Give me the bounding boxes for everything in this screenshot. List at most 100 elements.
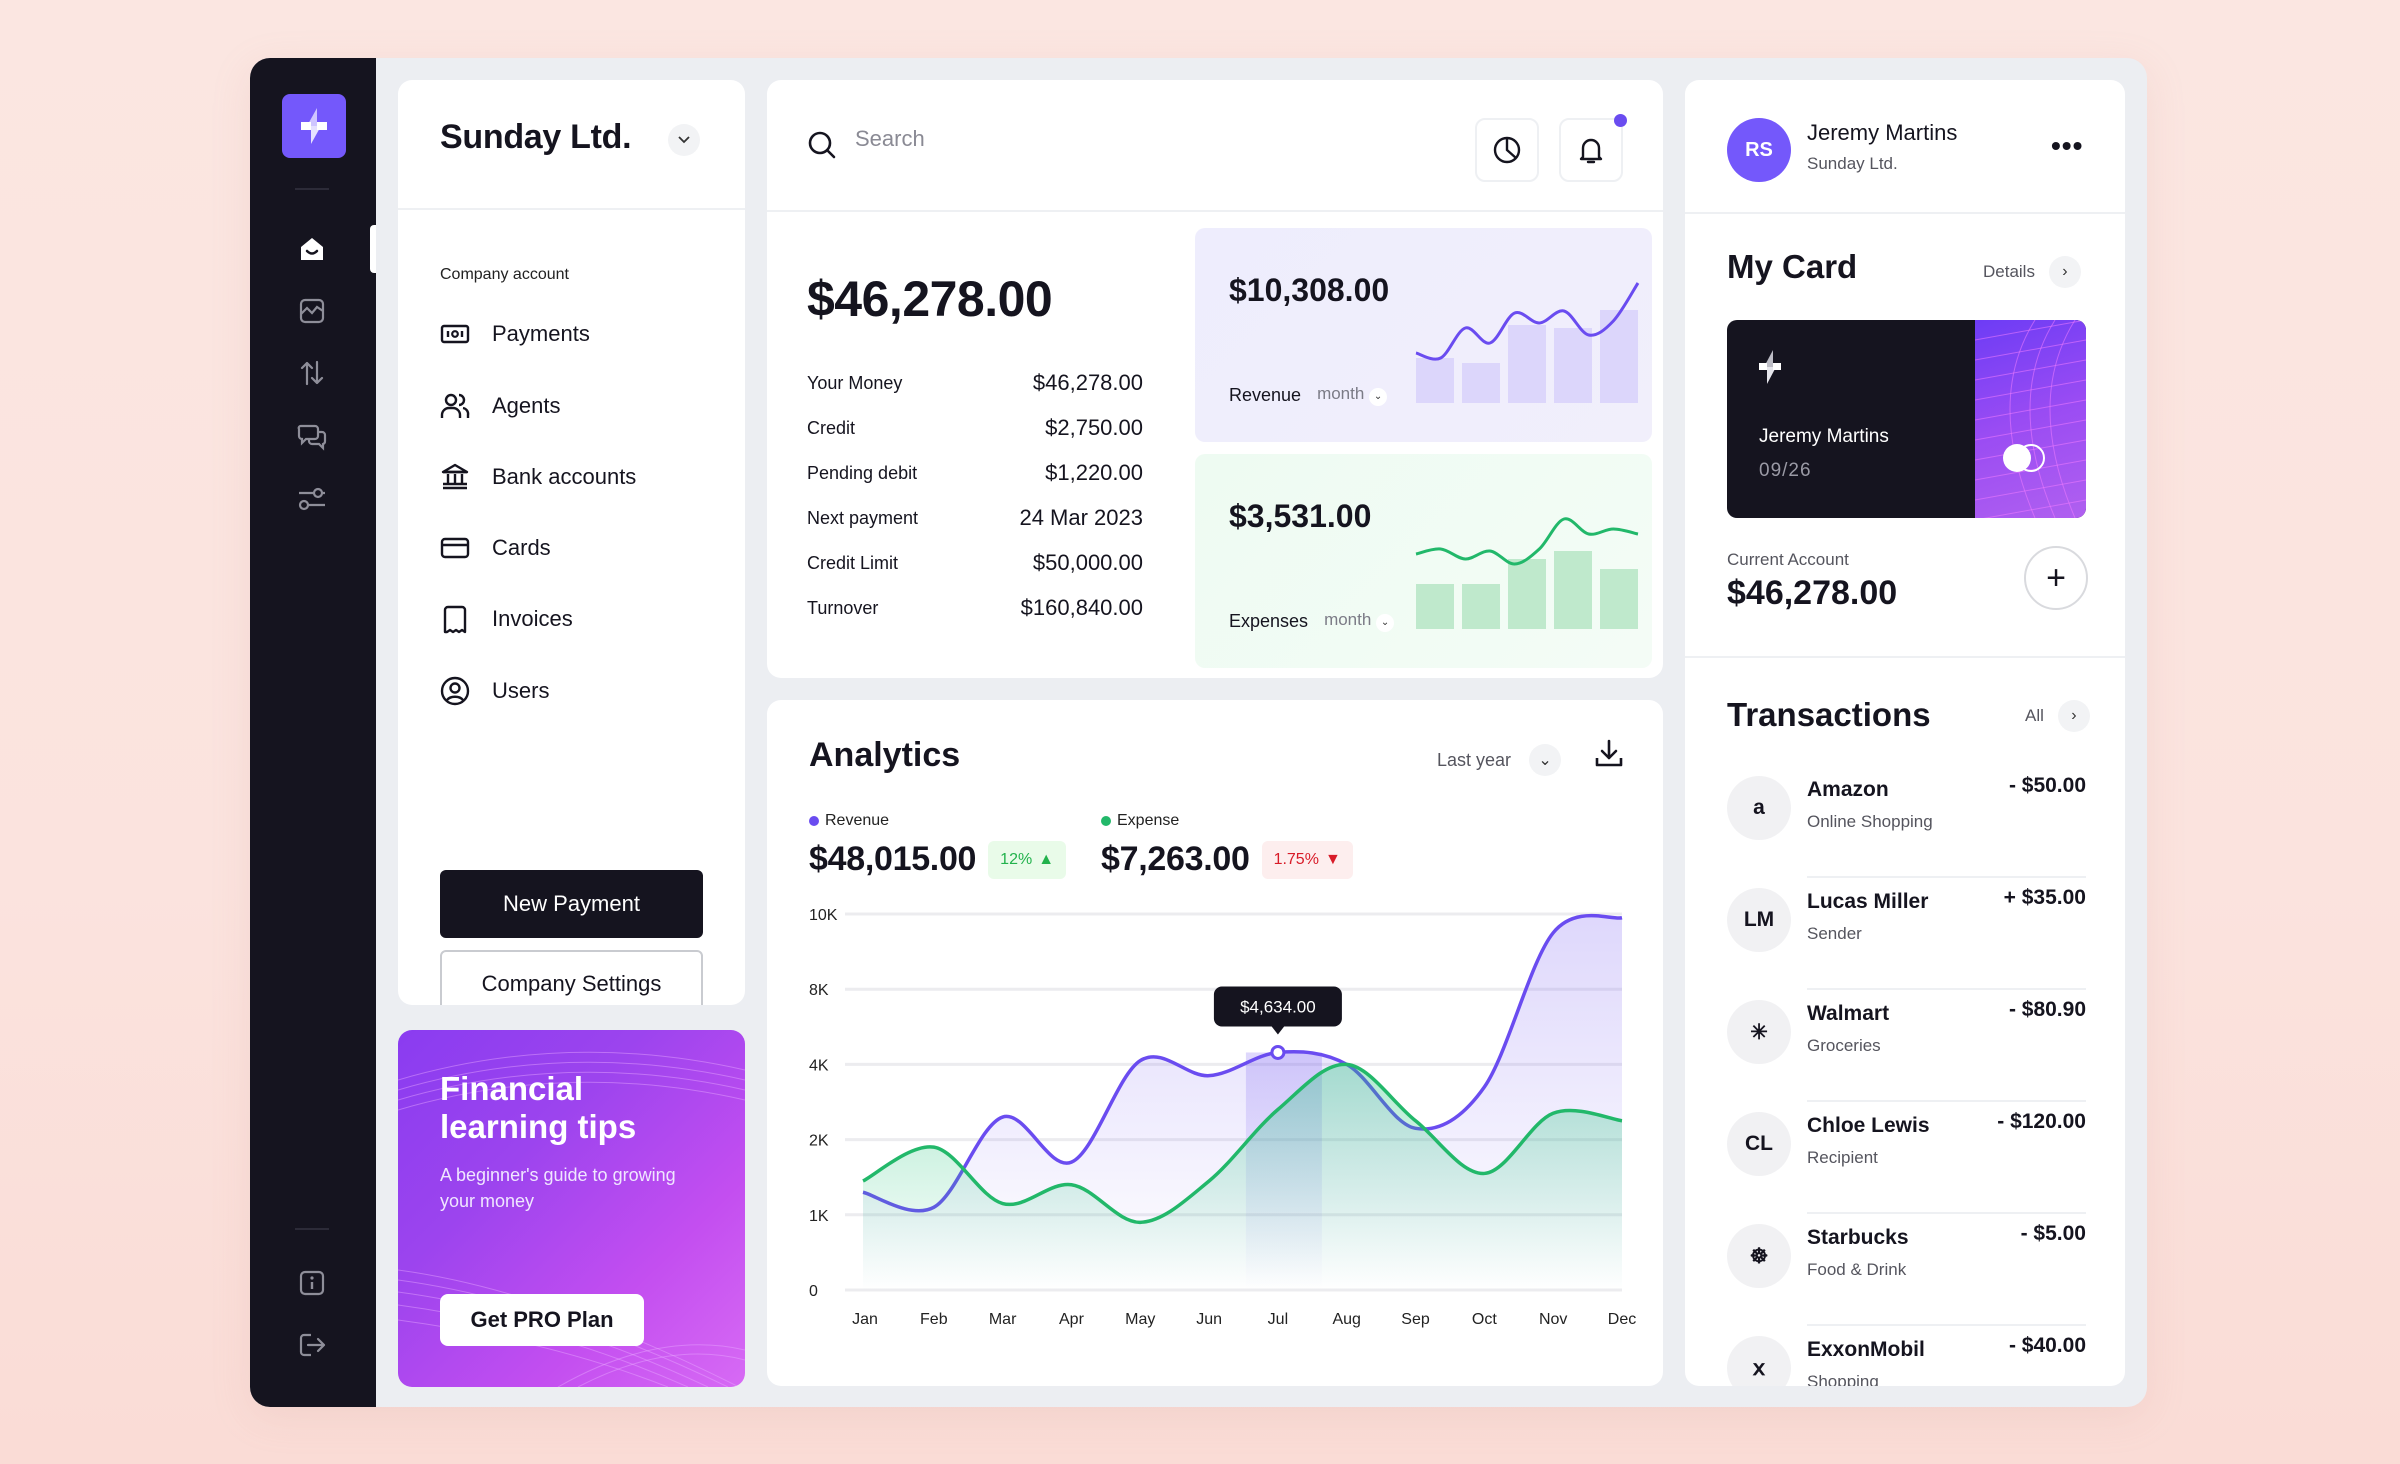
expense-dot (1101, 816, 1111, 826)
y-tick-label: 0 (809, 1283, 818, 1300)
bank-icon (441, 463, 469, 490)
avatar[interactable]: RS (1727, 118, 1791, 182)
y-tick-label: 10K (809, 907, 838, 924)
transaction-amount: + $35.00 (2003, 886, 2086, 909)
x-tick-label: Mar (989, 1311, 1017, 1328)
mini-bar (1600, 569, 1638, 629)
transaction-row[interactable]: ⅹ ExxonMobil Shopping - $40.00 (1727, 1326, 2086, 1386)
transaction-category: Groceries (1807, 1036, 1881, 1055)
sidebar-item-transfers[interactable] (295, 356, 329, 390)
agents-icon (440, 393, 470, 418)
overview-row: Credit Limit $50,000.00 (807, 550, 1143, 576)
transaction-row[interactable]: LM Lucas Miller Sender + $35.00 (1727, 878, 2086, 990)
expenses-period-select[interactable]: month ⌄ (1324, 610, 1395, 632)
account-balance: $46,278.00 (1727, 574, 1898, 612)
payments-icon (440, 324, 470, 344)
sidebar-item-logout[interactable] (295, 1328, 329, 1362)
period-select[interactable]: Last year ⌄ (1437, 744, 1562, 776)
nav-item-invoices[interactable]: Invoices (440, 599, 573, 639)
sidebar-item-messages[interactable] (295, 420, 329, 454)
nav-item-bank-accounts[interactable]: Bank accounts (440, 457, 636, 497)
transaction-amount: - $40.00 (2008, 1334, 2086, 1357)
transaction-row[interactable]: CL Chloe Lewis Recipient - $120.00 (1727, 1102, 2086, 1214)
transaction-name: Lucas Miller (1807, 890, 1929, 913)
highlight-point[interactable] (1270, 1044, 1286, 1060)
section-label: Company account (440, 266, 569, 283)
analytics-panel: 0 1K 2K 4K 8K 10K Jan Feb Mar Apr May Jun Jul Aug Sep O… (767, 700, 1663, 1386)
mini-bar (1508, 559, 1546, 629)
info-icon (299, 1270, 325, 1296)
mini-bar (1600, 310, 1638, 403)
mini-bar (1554, 551, 1592, 629)
row-value: $50,000.00 (1032, 550, 1143, 575)
nav-item-payments[interactable]: Payments (440, 314, 590, 354)
sidebar-item-analytics[interactable] (295, 294, 329, 328)
transaction-category: Shopping (1807, 1372, 1879, 1386)
sidebar-item-home[interactable] (295, 232, 329, 266)
new-payment-button[interactable]: New Payment (440, 870, 703, 938)
row-label: Credit (807, 417, 856, 438)
app-logo[interactable] (282, 94, 346, 158)
expenses-card[interactable]: $3,531.00 Expenses month ⌄ (1195, 454, 1652, 668)
transaction-amount: - $120.00 (1997, 1110, 2086, 1133)
x-tick-label: Feb (920, 1311, 948, 1328)
transaction-name: Chloe Lewis (1807, 1114, 1930, 1137)
transaction-row[interactable]: ✳ Walmart Groceries - $80.90 (1727, 990, 2086, 1102)
logout-icon (299, 1333, 326, 1357)
row-label: Pending debit (807, 462, 918, 483)
profile-name: Jeremy Martins (1807, 120, 1958, 145)
sidebar-item-settings[interactable] (295, 482, 329, 516)
search-input[interactable] (855, 126, 1355, 152)
revenue-period-select[interactable]: month ⌄ (1317, 384, 1388, 406)
download-button[interactable] (1593, 738, 1625, 775)
profile-company: Sunday Ltd. (1807, 154, 1898, 173)
account-label: Current Account (1727, 550, 1849, 569)
expenses-label-row: Expenses month ⌄ (1229, 610, 1395, 632)
mini-bar (1416, 584, 1454, 629)
sidebar-item-info[interactable] (295, 1266, 329, 1300)
period-value: month (1324, 610, 1372, 629)
mini-line (1415, 517, 1639, 566)
add-button[interactable]: + (2024, 546, 2088, 610)
invoice-icon (443, 605, 467, 634)
merchant-logo: CL (1727, 1112, 1791, 1176)
icon-sidebar (250, 58, 376, 1407)
app-window: Sunday Ltd. Company account Payments Age… (250, 58, 2147, 1407)
nav-label: Users (492, 678, 550, 703)
rail-divider (295, 1228, 329, 1230)
transaction-amount: - $5.00 (2020, 1222, 2086, 1245)
transaction-row[interactable]: a Amazon Online Shopping - $50.00 (1727, 766, 2086, 878)
notifications-button[interactable] (1559, 114, 1627, 182)
company-settings-button[interactable]: Company Settings (440, 950, 703, 1005)
company-switcher-button[interactable] (668, 124, 700, 156)
chevron-right-icon: › (2057, 700, 2090, 732)
revenue-label: Revenue (1229, 384, 1302, 405)
tooltip-label: $4,634.00 (1240, 997, 1316, 1016)
transaction-row[interactable]: ☸ Starbucks Food & Drink - $5.00 (1727, 1214, 2086, 1326)
total-balance: $46,278.00 (807, 271, 1053, 327)
card-art (1974, 320, 2086, 518)
transaction-name: Amazon (1807, 778, 1889, 801)
bolt-logo-icon (301, 108, 327, 144)
change-value: 1.75% (1273, 850, 1319, 868)
nav-item-agents[interactable]: Agents (440, 386, 561, 426)
get-pro-plan-button[interactable]: Get PRO Plan (440, 1294, 644, 1346)
y-tick-label: 8K (809, 982, 829, 999)
expenses-sparkline (1415, 517, 1639, 629)
card-details-link[interactable]: Details › (1983, 256, 2081, 288)
nav-label: Cards (492, 535, 551, 560)
revenue-dot (809, 816, 819, 826)
mini-bar (1462, 584, 1500, 629)
details-label: Details (1983, 262, 2035, 281)
nav-item-cards[interactable]: Cards (440, 528, 551, 568)
more-options-icon[interactable]: ••• (2051, 132, 2083, 160)
row-label: Turnover (807, 597, 879, 618)
bank-card[interactable]: Jeremy Martins 09/26 (1727, 320, 2086, 518)
company-panel: Sunday Ltd. Company account Payments Age… (398, 80, 745, 1005)
promo-title: Financial learning tips (440, 1070, 637, 1145)
reports-button[interactable] (1475, 118, 1539, 182)
all-transactions-link[interactable]: All › (2025, 700, 2090, 732)
nav-item-users[interactable]: Users (440, 671, 549, 711)
revenue-card[interactable]: $10,308.00 Revenue month ⌄ (1195, 228, 1652, 442)
card-expiry: 09/26 (1759, 460, 1812, 481)
